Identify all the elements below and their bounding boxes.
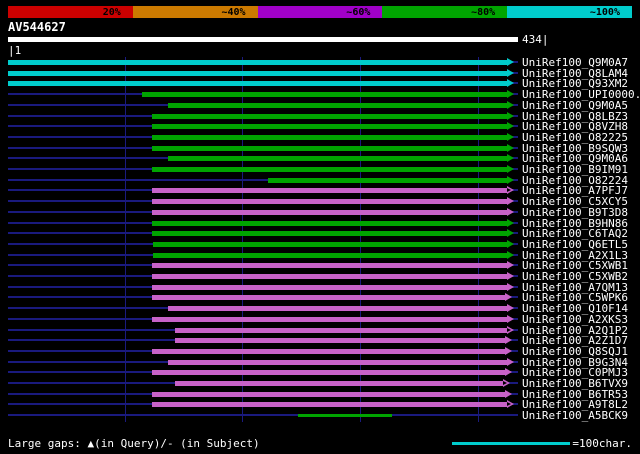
arrow-head-hollow [507, 188, 511, 193]
scale-segment-5: ~100% [507, 6, 632, 18]
alignment-rows: UniRef100_Q9M0A7 UniRef100_Q8LAM4 UniRef10… [0, 57, 640, 422]
scale-legend-group: =100char. [452, 437, 632, 450]
arrow-head-icon[interactable] [507, 165, 514, 173]
arrow-head-icon[interactable] [507, 357, 514, 366]
scale-segment-label: 20% [102, 6, 121, 18]
blast-graphic-overview: 20% ~40% ~60% ~80% ~100% AV544627 434| |1 Un… [0, 0, 640, 454]
hit-bar[interactable] [152, 124, 508, 130]
hit-bar[interactable] [8, 70, 507, 76]
hit-bar[interactable] [152, 402, 508, 408]
arrow-head-hollow [507, 327, 511, 332]
arrow-head-icon[interactable] [507, 229, 514, 238]
hit-bar[interactable] [152, 220, 508, 226]
arrow-head-icon[interactable] [507, 79, 514, 88]
arrow-head-icon[interactable] [507, 68, 514, 77]
hit-bar[interactable] [152, 113, 508, 119]
identity-scale-bar: 20% ~40% ~60% ~80% ~100% [8, 6, 632, 18]
scale-segment-1: 20% [8, 6, 133, 18]
hit-bar[interactable] [168, 102, 507, 108]
hit-bar[interactable] [152, 391, 505, 397]
arrow-head-icon[interactable] [507, 218, 514, 227]
hit-bar[interactable] [298, 414, 392, 418]
hit-bar[interactable] [152, 209, 508, 215]
hit-label[interactable]: UniRef100_A5BCK9 [522, 410, 628, 421]
hit-bar[interactable] [152, 370, 505, 376]
hit-bar[interactable] [152, 348, 505, 354]
scale-segment-label: ~100% [589, 6, 620, 18]
arrow-head-icon[interactable] [507, 111, 514, 120]
hit-bar[interactable] [152, 167, 508, 172]
arrow-head-icon[interactable] [505, 293, 512, 302]
scale-segment-2: ~40% [132, 6, 258, 18]
query-start-tick: |1 [8, 44, 22, 57]
hit-bar[interactable] [152, 263, 508, 269]
arrow-head-icon[interactable] [507, 154, 514, 163]
arrow-head-icon[interactable] [507, 207, 514, 216]
hit-bar[interactable] [152, 316, 508, 322]
arrow-head-icon[interactable] [507, 132, 514, 141]
hit-bar[interactable] [175, 381, 503, 386]
hit-bar[interactable] [152, 134, 508, 140]
arrow-head-icon[interactable] [507, 175, 514, 184]
hit-bar[interactable] [168, 156, 507, 162]
legend-bar: Large gaps: ▲(in Query)/- (in Subject) =… [8, 437, 632, 450]
arrow-head-icon[interactable] [507, 261, 514, 270]
scale-segment-4: ~80% [382, 6, 508, 18]
alignment-row: UniRef100_A5BCK9 [0, 410, 640, 421]
hit-bar[interactable] [142, 92, 507, 98]
hit-bar[interactable] [152, 284, 508, 290]
hit-bar[interactable] [268, 177, 507, 183]
scale-segment-label: ~40% [221, 6, 246, 18]
hit-bar[interactable] [152, 231, 508, 237]
hit-bar[interactable] [152, 199, 508, 205]
hundred-char-line-icon [452, 442, 571, 445]
hit-bar[interactable] [175, 327, 507, 333]
arrow-head-icon[interactable] [507, 58, 514, 66]
arrow-head-icon[interactable] [507, 122, 514, 131]
hit-bar[interactable] [8, 81, 507, 87]
query-title: AV544627 [8, 20, 66, 34]
query-end-tick: 434| [522, 33, 549, 46]
large-gaps-legend: Large gaps: ▲(in Query)/- (in Subject) [8, 437, 260, 450]
arrow-head-hollow [503, 381, 507, 385]
arrow-head-icon[interactable] [507, 272, 514, 280]
hit-bar[interactable] [8, 60, 507, 65]
hit-bar[interactable] [152, 295, 505, 301]
hit-bar[interactable] [152, 145, 508, 151]
hundred-char-label: =100char. [572, 437, 632, 450]
arrow-head-icon[interactable] [507, 239, 514, 248]
arrow-head-icon[interactable] [507, 143, 514, 152]
hit-bar[interactable] [168, 306, 507, 312]
arrow-head-icon[interactable] [507, 197, 514, 206]
hit-bar[interactable] [153, 252, 508, 258]
query-bar [8, 37, 518, 42]
scale-segment-label: ~80% [471, 6, 496, 18]
arrow-head-icon[interactable] [505, 336, 512, 345]
arrow-head-icon[interactable] [507, 304, 514, 313]
arrow-head-icon[interactable] [507, 282, 514, 291]
hit-bar[interactable] [175, 338, 505, 344]
hit-bar[interactable] [152, 188, 508, 194]
arrow-head-icon[interactable] [507, 314, 514, 323]
arrow-head-icon[interactable] [505, 389, 512, 398]
backbone-line [8, 414, 518, 417]
scale-segment-label: ~60% [346, 6, 371, 18]
hit-bar[interactable] [153, 241, 508, 247]
arrow-head-icon[interactable] [507, 250, 514, 259]
arrow-head-icon[interactable] [505, 346, 512, 355]
arrow-head-icon[interactable] [507, 90, 514, 99]
arrow-head-hollow [507, 402, 511, 407]
hit-bar[interactable] [152, 274, 508, 279]
arrow-head-icon[interactable] [507, 100, 514, 109]
hit-bar[interactable] [168, 359, 507, 365]
arrow-head-icon[interactable] [505, 368, 512, 377]
scale-segment-3: ~60% [257, 6, 383, 18]
